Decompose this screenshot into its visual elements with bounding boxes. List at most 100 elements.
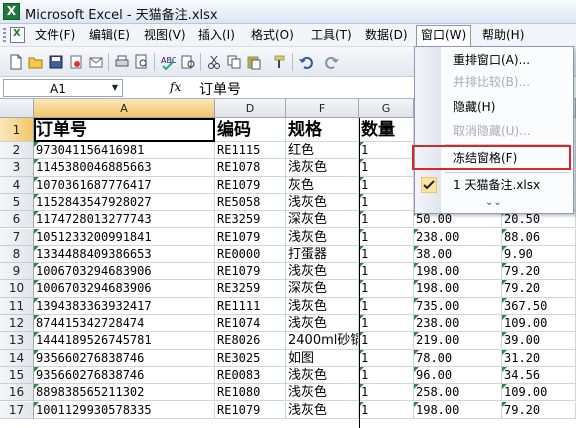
row-header[interactable]: 17: [0, 401, 34, 419]
header-cell[interactable]: 规格: [286, 118, 359, 142]
row-header[interactable]: 11: [0, 297, 34, 315]
undo-icon[interactable]: [298, 54, 314, 70]
menubar-grip-icon[interactable]: [3, 28, 6, 43]
column-header-g[interactable]: G: [359, 99, 414, 118]
table-cell[interactable]: 874415342728474: [34, 315, 215, 333]
table-cell[interactable]: 973041156416981: [34, 142, 215, 160]
table-cell[interactable]: 浅灰色: [286, 263, 359, 281]
row-header[interactable]: 7: [0, 228, 34, 246]
row-header[interactable]: 9: [0, 263, 34, 281]
table-cell[interactable]: 1: [359, 384, 414, 402]
table-cell[interactable]: 1: [359, 332, 414, 350]
chevron-down-icon[interactable]: ▼: [108, 80, 122, 96]
table-cell[interactable]: 109.00: [502, 315, 576, 333]
header-cell[interactable]: 数量: [359, 118, 414, 142]
table-cell[interactable]: 1: [359, 228, 414, 246]
row-header[interactable]: 5: [0, 193, 34, 212]
table-cell[interactable]: 79.20: [502, 401, 576, 419]
table-cell[interactable]: 78.00: [414, 349, 502, 367]
table-cell[interactable]: RE3259: [215, 211, 286, 229]
copy-icon[interactable]: [226, 54, 242, 70]
table-cell[interactable]: 1394383363932417: [34, 297, 215, 315]
table-cell[interactable]: 灰色: [286, 176, 359, 194]
table-cell[interactable]: 935660276838746: [34, 349, 215, 367]
menu-item-workbook-1[interactable]: 1 天猫备注.xlsx: [415, 174, 573, 196]
table-cell[interactable]: 1070361687776417: [34, 176, 215, 194]
row-header[interactable]: 4: [0, 176, 34, 194]
table-cell[interactable]: 88.06: [502, 228, 576, 246]
header-cell[interactable]: 编码: [215, 118, 286, 142]
table-cell[interactable]: 889838565211302: [34, 384, 215, 402]
formula-input[interactable]: 订单号: [199, 79, 241, 99]
save-icon[interactable]: [48, 54, 64, 70]
table-cell[interactable]: 浅灰色: [286, 193, 359, 212]
table-cell[interactable]: 1: [359, 159, 414, 177]
permission-icon[interactable]: [68, 54, 84, 70]
paste-icon[interactable]: [246, 54, 262, 70]
table-cell[interactable]: 深灰色: [286, 280, 359, 298]
table-cell[interactable]: 浅灰色: [286, 315, 359, 333]
table-cell[interactable]: RE5058: [215, 193, 286, 212]
table-cell[interactable]: 1: [359, 245, 414, 264]
table-cell[interactable]: 1: [359, 297, 414, 315]
menu-window[interactable]: 窗口(W): [416, 25, 472, 47]
table-cell[interactable]: 1: [359, 193, 414, 212]
row-header[interactable]: 15: [0, 366, 34, 385]
column-header-d[interactable]: D: [215, 99, 286, 118]
table-cell[interactable]: 935660276838746: [34, 366, 215, 385]
menu-help[interactable]: 帮助(H): [478, 27, 528, 44]
format-painter-icon[interactable]: [272, 54, 288, 70]
table-cell[interactable]: 198.00: [414, 401, 502, 419]
table-cell[interactable]: 1174728013277743: [34, 211, 215, 229]
table-cell[interactable]: 238.00: [414, 228, 502, 246]
table-cell[interactable]: 浅灰色: [286, 159, 359, 177]
table-cell[interactable]: 735.00: [414, 297, 502, 315]
row-header[interactable]: 16: [0, 384, 34, 402]
open-icon[interactable]: [28, 54, 44, 70]
table-cell[interactable]: RE1079: [215, 228, 286, 246]
column-header-f[interactable]: F: [286, 99, 359, 118]
table-cell[interactable]: 打蛋器: [286, 245, 359, 264]
name-box[interactable]: A1 ▼: [3, 79, 123, 97]
row-header[interactable]: 6: [0, 211, 34, 229]
workbook-icon[interactable]: [10, 27, 25, 43]
menu-data[interactable]: 数据(D): [361, 27, 412, 44]
spelling-icon[interactable]: ABC: [160, 54, 176, 70]
table-cell[interactable]: RE0000: [215, 245, 286, 264]
table-cell[interactable]: RE8026: [215, 332, 286, 350]
row-header[interactable]: 10: [0, 280, 34, 298]
table-cell[interactable]: 1051233200991841: [34, 228, 215, 246]
table-cell[interactable]: RE0083: [215, 366, 286, 385]
fx-icon[interactable]: fx: [170, 80, 181, 94]
menu-format[interactable]: 格式(O): [247, 27, 298, 44]
table-cell[interactable]: RE1115: [215, 142, 286, 160]
table-cell[interactable]: 198.00: [414, 280, 502, 298]
table-cell[interactable]: 浅灰色: [286, 366, 359, 385]
row-header[interactable]: 2: [0, 142, 34, 160]
research-icon[interactable]: [180, 54, 196, 70]
table-cell[interactable]: RE1079: [215, 401, 286, 419]
row-header[interactable]: 13: [0, 332, 34, 350]
table-cell[interactable]: RE1111: [215, 297, 286, 315]
table-cell[interactable]: 79.20: [502, 263, 576, 281]
table-cell[interactable]: 1444189526745781: [34, 332, 215, 350]
table-cell[interactable]: 2400ml砂锅: [286, 332, 359, 350]
table-cell[interactable]: 198.00: [414, 263, 502, 281]
header-cell[interactable]: 订单号: [34, 118, 215, 142]
menu-item-arrange[interactable]: 重排窗口(A)...: [415, 49, 573, 71]
menu-insert[interactable]: 插入(I): [194, 27, 239, 44]
table-cell[interactable]: 79.20: [502, 280, 576, 298]
table-cell[interactable]: 1334488409386653: [34, 245, 215, 264]
table-cell[interactable]: 1006703294683906: [34, 263, 215, 281]
table-cell[interactable]: 浅灰色: [286, 384, 359, 402]
table-cell[interactable]: RE3025: [215, 349, 286, 367]
table-cell[interactable]: 1: [359, 315, 414, 333]
table-cell[interactable]: 1: [359, 401, 414, 419]
redo-icon[interactable]: [324, 54, 340, 70]
new-icon[interactable]: [8, 54, 24, 70]
table-cell[interactable]: 浅灰色: [286, 401, 359, 419]
row-header[interactable]: 12: [0, 315, 34, 333]
table-cell[interactable]: 9.90: [502, 245, 576, 264]
table-cell[interactable]: 1145380046885663: [34, 159, 215, 177]
row-header[interactable]: 8: [0, 245, 34, 264]
